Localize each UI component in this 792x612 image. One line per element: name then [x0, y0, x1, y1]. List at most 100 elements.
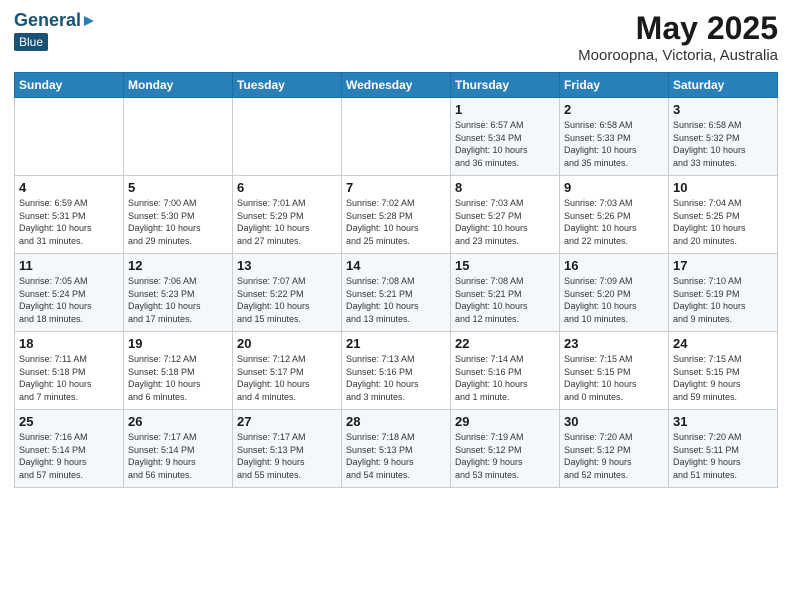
header-row: Sunday Monday Tuesday Wednesday Thursday…	[15, 73, 778, 98]
day-number: 21	[346, 336, 446, 351]
day-number: 20	[237, 336, 337, 351]
calendar-cell	[342, 98, 451, 176]
calendar-week-4: 18 Sunrise: 7:11 AM Sunset: 5:18 PM Dayli…	[15, 332, 778, 410]
day-info: Sunrise: 7:00 AM Sunset: 5:30 PM Dayligh…	[128, 197, 228, 247]
calendar-cell	[233, 98, 342, 176]
day-number: 16	[564, 258, 664, 273]
col-wednesday: Wednesday	[342, 73, 451, 98]
day-number: 12	[128, 258, 228, 273]
calendar-cell: 2Sunrise: 6:58 AM Sunset: 5:33 PM Daylig…	[560, 98, 669, 176]
day-number: 17	[673, 258, 773, 273]
day-number: 5	[128, 180, 228, 195]
day-number: 26	[128, 414, 228, 429]
day-info: Sunrise: 7:04 AM Sunset: 5:25 PM Dayligh…	[673, 197, 773, 247]
calendar-cell: 19 Sunrise: 7:12 AM Sunset: 5:18 PM Dayli…	[124, 332, 233, 410]
day-info: Sunrise: 7:03 AM Sunset: 5:26 PM Dayligh…	[564, 197, 664, 247]
day-number: 25	[19, 414, 119, 429]
day-info: Sunrise: 7:20 AM Sunset: 5:11 PM Dayligh…	[673, 431, 773, 481]
col-monday: Monday	[124, 73, 233, 98]
day-number: 9	[564, 180, 664, 195]
day-number: 22	[455, 336, 555, 351]
calendar-cell: 24 Sunrise: 7:15 AM Sunset: 5:15 PM Dayli…	[669, 332, 778, 410]
day-info: Sunrise: 7:12 AM Sunset: 5:17 PM Dayligh…	[237, 353, 337, 403]
day-number: 27	[237, 414, 337, 429]
day-info: Sunrise: 7:20 AM Sunset: 5:12 PM Dayligh…	[564, 431, 664, 481]
day-info: Sunrise: 7:17 AM Sunset: 5:13 PM Dayligh…	[237, 431, 337, 481]
day-number: 29	[455, 414, 555, 429]
calendar-week-5: 25 Sunrise: 7:16 AM Sunset: 5:14 PM Dayli…	[15, 410, 778, 488]
calendar-cell: 15Sunrise: 7:08 AM Sunset: 5:21 PM Dayli…	[451, 254, 560, 332]
day-info: Sunrise: 7:13 AM Sunset: 5:16 PM Dayligh…	[346, 353, 446, 403]
calendar-cell: 3 Sunrise: 6:58 AM Sunset: 5:32 PM Daylig…	[669, 98, 778, 176]
calendar-cell: 27 Sunrise: 7:17 AM Sunset: 5:13 PM Dayli…	[233, 410, 342, 488]
calendar-cell: 14Sunrise: 7:08 AM Sunset: 5:21 PM Dayli…	[342, 254, 451, 332]
day-info: Sunrise: 7:05 AM Sunset: 5:24 PM Dayligh…	[19, 275, 119, 325]
calendar-title: May 2025	[578, 10, 778, 47]
day-number: 18	[19, 336, 119, 351]
calendar-cell: 13Sunrise: 7:07 AM Sunset: 5:22 PM Dayli…	[233, 254, 342, 332]
day-info: Sunrise: 7:17 AM Sunset: 5:14 PM Dayligh…	[128, 431, 228, 481]
calendar-cell: 9 Sunrise: 7:03 AM Sunset: 5:26 PM Daylig…	[560, 176, 669, 254]
logo-general: General	[14, 10, 81, 31]
day-number: 14	[346, 258, 446, 273]
day-info: Sunrise: 7:15 AM Sunset: 5:15 PM Dayligh…	[673, 353, 773, 403]
calendar-cell	[124, 98, 233, 176]
calendar-cell: 1 Sunrise: 6:57 AM Sunset: 5:34 PM Daylig…	[451, 98, 560, 176]
day-info: Sunrise: 7:15 AM Sunset: 5:15 PM Dayligh…	[564, 353, 664, 403]
logo-blue: Blue	[14, 33, 48, 51]
calendar-week-1: 1 Sunrise: 6:57 AM Sunset: 5:34 PM Daylig…	[15, 98, 778, 176]
calendar-cell: 29 Sunrise: 7:19 AM Sunset: 5:12 PM Dayli…	[451, 410, 560, 488]
calendar-cell: 4 Sunrise: 6:59 AM Sunset: 5:31 PM Daylig…	[15, 176, 124, 254]
calendar-cell: 12 Sunrise: 7:06 AM Sunset: 5:23 PM Dayli…	[124, 254, 233, 332]
day-info: Sunrise: 7:09 AM Sunset: 5:20 PM Dayligh…	[564, 275, 664, 325]
day-number: 31	[673, 414, 773, 429]
calendar-cell: 8Sunrise: 7:03 AM Sunset: 5:27 PM Daylig…	[451, 176, 560, 254]
day-number: 10	[673, 180, 773, 195]
calendar-cell: 5 Sunrise: 7:00 AM Sunset: 5:30 PM Daylig…	[124, 176, 233, 254]
col-saturday: Saturday	[669, 73, 778, 98]
day-info: Sunrise: 7:02 AM Sunset: 5:28 PM Dayligh…	[346, 197, 446, 247]
day-number: 11	[19, 258, 119, 273]
day-info: Sunrise: 7:01 AM Sunset: 5:29 PM Dayligh…	[237, 197, 337, 247]
calendar-cell: 21 Sunrise: 7:13 AM Sunset: 5:16 PM Dayli…	[342, 332, 451, 410]
day-number: 3	[673, 102, 773, 117]
calendar-cell: 28Sunrise: 7:18 AM Sunset: 5:13 PM Dayli…	[342, 410, 451, 488]
day-info: Sunrise: 7:10 AM Sunset: 5:19 PM Dayligh…	[673, 275, 773, 325]
day-info: Sunrise: 7:14 AM Sunset: 5:16 PM Dayligh…	[455, 353, 555, 403]
logo-icon	[82, 14, 96, 28]
day-number: 19	[128, 336, 228, 351]
day-number: 23	[564, 336, 664, 351]
day-number: 7	[346, 180, 446, 195]
calendar-cell: 6 Sunrise: 7:01 AM Sunset: 5:29 PM Daylig…	[233, 176, 342, 254]
day-info: Sunrise: 6:57 AM Sunset: 5:34 PM Dayligh…	[455, 119, 555, 169]
day-number: 1	[455, 102, 555, 117]
calendar-cell: 17 Sunrise: 7:10 AM Sunset: 5:19 PM Dayli…	[669, 254, 778, 332]
day-number: 4	[19, 180, 119, 195]
day-info: Sunrise: 6:59 AM Sunset: 5:31 PM Dayligh…	[19, 197, 119, 247]
calendar-cell: 20 Sunrise: 7:12 AM Sunset: 5:17 PM Dayli…	[233, 332, 342, 410]
col-friday: Friday	[560, 73, 669, 98]
day-info: Sunrise: 7:07 AM Sunset: 5:22 PM Dayligh…	[237, 275, 337, 325]
day-info: Sunrise: 7:11 AM Sunset: 5:18 PM Dayligh…	[19, 353, 119, 403]
day-number: 8	[455, 180, 555, 195]
calendar-cell: 11 Sunrise: 7:05 AM Sunset: 5:24 PM Dayli…	[15, 254, 124, 332]
day-number: 6	[237, 180, 337, 195]
calendar-week-2: 4 Sunrise: 6:59 AM Sunset: 5:31 PM Daylig…	[15, 176, 778, 254]
calendar-cell: 16 Sunrise: 7:09 AM Sunset: 5:20 PM Dayli…	[560, 254, 669, 332]
day-info: Sunrise: 6:58 AM Sunset: 5:32 PM Dayligh…	[673, 119, 773, 169]
day-info: Sunrise: 7:08 AM Sunset: 5:21 PM Dayligh…	[455, 275, 555, 325]
calendar-cell: 31 Sunrise: 7:20 AM Sunset: 5:11 PM Dayli…	[669, 410, 778, 488]
day-info: Sunrise: 7:19 AM Sunset: 5:12 PM Dayligh…	[455, 431, 555, 481]
day-info: Sunrise: 7:16 AM Sunset: 5:14 PM Dayligh…	[19, 431, 119, 481]
header: General Blue May 2025 Mooroopna, Victori…	[14, 10, 778, 64]
day-info: Sunrise: 7:06 AM Sunset: 5:23 PM Dayligh…	[128, 275, 228, 325]
day-info: Sunrise: 7:12 AM Sunset: 5:18 PM Dayligh…	[128, 353, 228, 403]
calendar-week-3: 11 Sunrise: 7:05 AM Sunset: 5:24 PM Dayli…	[15, 254, 778, 332]
calendar-cell: 26 Sunrise: 7:17 AM Sunset: 5:14 PM Dayli…	[124, 410, 233, 488]
title-block: May 2025 Mooroopna, Victoria, Australia	[578, 10, 778, 64]
logo: General Blue	[14, 10, 97, 51]
calendar-cell: 22 Sunrise: 7:14 AM Sunset: 5:16 PM Dayli…	[451, 332, 560, 410]
calendar-table: Sunday Monday Tuesday Wednesday Thursday…	[14, 72, 778, 488]
col-sunday: Sunday	[15, 73, 124, 98]
day-number: 24	[673, 336, 773, 351]
